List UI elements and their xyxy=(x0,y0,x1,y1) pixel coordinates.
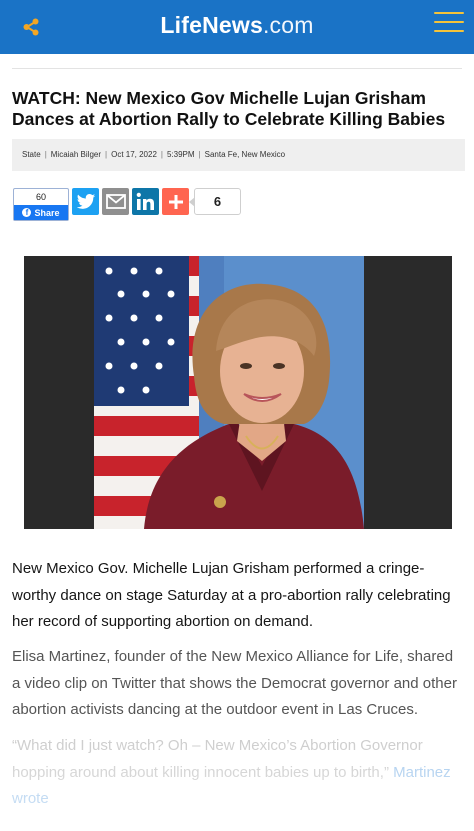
add-more-icon xyxy=(168,194,183,209)
article-meta-bar: State | Micaiah Bilger | Oct 17, 2022 | 5:39PM… xyxy=(12,139,465,171)
top-navigation-bar: LifeNews.com xyxy=(0,0,474,54)
twitter-icon xyxy=(76,193,95,209)
site-logo[interactable]: LifeNews.com xyxy=(0,12,474,39)
article-paragraph-1: New Mexico Gov. Michelle Lujan Grisham p… xyxy=(12,560,451,630)
article-paragraph-2: Elisa Martinez, founder of the New Mexic… xyxy=(12,648,457,718)
linkedin-share-button[interactable] xyxy=(132,188,159,215)
article-headline: WATCH: New Mexico Gov Michelle Lujan Gri… xyxy=(12,88,446,129)
total-share-count: 6 xyxy=(189,188,241,215)
facebook-share-count: 60 xyxy=(35,192,46,202)
logo-tld: .com xyxy=(262,12,314,38)
logo-brand: LifeNews xyxy=(160,12,263,38)
meta-category[interactable]: State xyxy=(22,150,41,159)
article-paragraph-3: “What did I just watch? Oh – New Mexico’… xyxy=(12,733,464,813)
quote-text: “What did I just watch? Oh – New Mexico’… xyxy=(12,737,423,781)
meta-location: Santa Fe, New Mexico xyxy=(204,150,286,159)
meta-author[interactable]: Micaiah Bilger xyxy=(51,150,101,159)
facebook-share-label: Share xyxy=(34,207,60,218)
meta-time: 5:39PM xyxy=(166,150,195,159)
twitter-share-button[interactable] xyxy=(72,188,99,215)
divider xyxy=(12,68,462,69)
email-icon xyxy=(105,194,126,209)
facebook-icon: f xyxy=(22,208,32,217)
hamburger-menu-icon[interactable] xyxy=(434,12,464,36)
email-share-button[interactable] xyxy=(102,188,129,215)
facebook-share-button[interactable]: 60 f Share xyxy=(13,188,69,221)
add-more-share-button[interactable] xyxy=(162,188,189,215)
meta-date: Oct 17, 2022 xyxy=(111,150,157,159)
linkedin-icon xyxy=(136,192,154,210)
article-photo xyxy=(24,256,452,529)
